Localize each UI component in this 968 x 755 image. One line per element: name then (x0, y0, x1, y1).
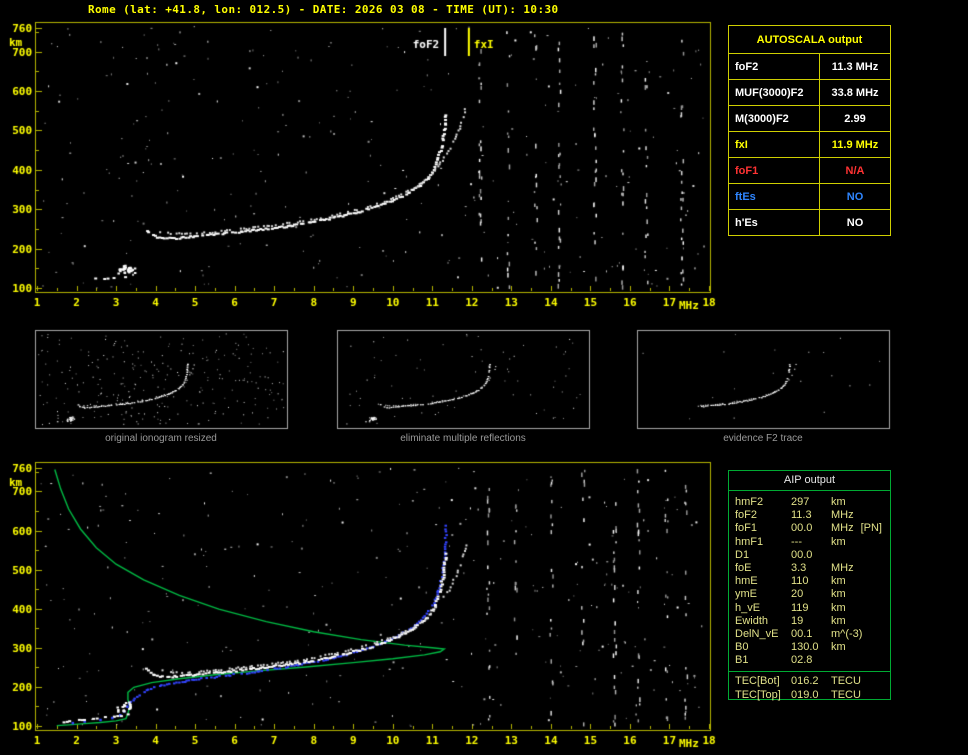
aip-param-label: B1 (735, 654, 749, 667)
autoscala-row: foF2 11.3 MHz (728, 53, 891, 80)
aip-row: foF2 11.3 MHz (729, 509, 890, 522)
autoscala-param-value: NO (819, 209, 891, 236)
aip-param-value: 297 (791, 496, 810, 508)
aip-param-unit: km (831, 614, 846, 627)
aip-param-value: 19 (791, 614, 804, 627)
aip-param-value: 20 (791, 588, 804, 601)
aip-row: TEC[Top] 019.0 TECU (729, 689, 890, 702)
aip-param-label: ymE (735, 588, 757, 601)
aip-param-unit: TECU (831, 688, 861, 701)
autoscala-param-label: foF2 (728, 53, 820, 80)
aip-param-value: 11.3 (791, 509, 812, 522)
aip-param-unit: m^(-3) (831, 627, 863, 640)
aip-row: D1 00.0 (729, 549, 890, 562)
station-date-time-title: Rome (lat: +41.8, lon: 012.5) - DATE: 20… (88, 3, 559, 16)
aip-param-value: 130.0 (791, 641, 819, 654)
aip-param-value: --- (791, 535, 802, 548)
autoscala-row: MUF(3000)F2 33.8 MHz (728, 79, 891, 106)
aip-param-label: TEC[Top] (735, 688, 781, 701)
autoscala-row: M(3000)F2 2.99 (728, 105, 891, 132)
aip-param-label: foE (735, 561, 752, 574)
aip-param-label: TEC[Bot] (735, 675, 780, 688)
aip-param-value: 02.8 (791, 654, 813, 667)
aip-row: ymE 20 km (729, 588, 890, 601)
autoscala-table-body: foF2 11.3 MHz MUF(3000)F2 33.8 MHz M(3000)F2… (728, 53, 891, 236)
panel-caption-original-ionogram: original ionogram resized (105, 433, 217, 444)
autoscala-param-value: N/A (819, 157, 891, 184)
aip-param-label: Ewidth (735, 614, 769, 627)
aip-row: foF1 00.0 MHz [PN] (729, 522, 890, 535)
aip-row: Ewidth 19 km (729, 615, 890, 628)
aip-param-value: 00.1 (791, 627, 813, 640)
aip-output-table: AIP output hmF2 297 km foF2 11.3 MHz foF1 00.0 M… (728, 470, 891, 701)
panel-caption-eliminate-reflections: eliminate multiple reflections (400, 433, 526, 444)
aip-param-unit: km (831, 601, 846, 614)
aip-param-unit: MHz (831, 509, 854, 522)
autoscala-param-value: 11.3 MHz (819, 53, 891, 80)
aip-row: B0 130.0 km (729, 641, 890, 654)
autoscala-param-label: foF1 (728, 157, 820, 184)
autoscala-param-value: NO (819, 183, 891, 210)
autoscala-row: foF1 N/A (728, 157, 891, 184)
aip-param-label: foF2 (735, 509, 758, 522)
autoscala-param-value: 11.9 MHz (819, 131, 891, 158)
aip-param-value: 3.3 (791, 561, 807, 574)
aip-row: hmF1 --- km (729, 536, 890, 549)
aip-row: hmE 110 km (729, 575, 890, 588)
aip-param-note: [PN] (860, 522, 882, 535)
aip-param-value: 110 (791, 575, 809, 588)
aip-param-value: 00.0 (791, 522, 813, 535)
aip-row: B1 02.8 (729, 654, 890, 667)
aip-param-unit: km (831, 575, 846, 588)
aip-param-label: DelN_vE (735, 627, 779, 640)
aip-row: hmF2 297 km (729, 496, 890, 509)
aip-tec-rows: TEC[Bot] 016.2 TECU TEC[Top] 019.0 TECU (729, 671, 890, 701)
aip-row: DelN_vE 00.1 m^(-3) (729, 628, 890, 641)
aip-row: TEC[Bot] 016.2 TECU (729, 675, 890, 688)
autoscala-row: ftEs NO (728, 183, 891, 210)
autoscala-row: fxI 11.9 MHz (728, 131, 891, 158)
aip-row: foE 3.3 MHz (729, 562, 890, 575)
autoscala-output-table: AUTOSCALA output foF2 11.3 MHz MUF(3000)F2… (728, 25, 891, 236)
autoscala-table-title: AUTOSCALA output (728, 25, 891, 54)
autoscala-param-value: 2.99 (819, 105, 891, 132)
aip-param-unit: MHz (831, 561, 854, 574)
aip-param-value: 019.0 (791, 688, 819, 701)
aip-param-label: D1 (735, 548, 750, 561)
autoscala-param-label: fxI (728, 131, 820, 158)
autoscala-param-label: ftEs (728, 183, 820, 210)
aip-row: h_vE 119 km (729, 602, 890, 615)
aip-param-value: 00.0 (791, 548, 813, 561)
aip-param-label: hmF1 (735, 535, 764, 548)
autoscala-row: h'Es NO (728, 209, 891, 236)
autoscala-param-value: 33.8 MHz (819, 79, 891, 106)
panel-caption-evidence-f2: evidence F2 trace (723, 433, 803, 444)
aip-param-unit: TECU (831, 675, 861, 688)
aip-param-unit: km (831, 535, 846, 548)
aip-param-value: 016.2 (791, 675, 819, 688)
aip-param-unit: km (831, 496, 846, 508)
aip-param-label: B0 (735, 641, 749, 654)
aip-param-label: hmF2 (735, 496, 764, 508)
autoscala-param-label: M(3000)F2 (728, 105, 820, 132)
autoscala-param-label: MUF(3000)F2 (728, 79, 820, 106)
autoscala-param-label: h'Es (728, 209, 820, 236)
aip-param-unit: MHz (831, 522, 854, 535)
aip-param-unit: km (831, 588, 846, 601)
aip-table-title: AIP output (729, 471, 890, 491)
aip-param-value: 119 (791, 601, 809, 614)
aip-param-label: foF1 (735, 522, 758, 535)
aip-param-unit: km (831, 641, 846, 654)
aip-table-rows: hmF2 297 km foF2 11.3 MHz foF1 00.0 MHz [PN] hmF1 -… (729, 496, 890, 667)
aip-param-label: h_vE (735, 601, 761, 614)
aip-param-label: hmE (735, 575, 758, 588)
